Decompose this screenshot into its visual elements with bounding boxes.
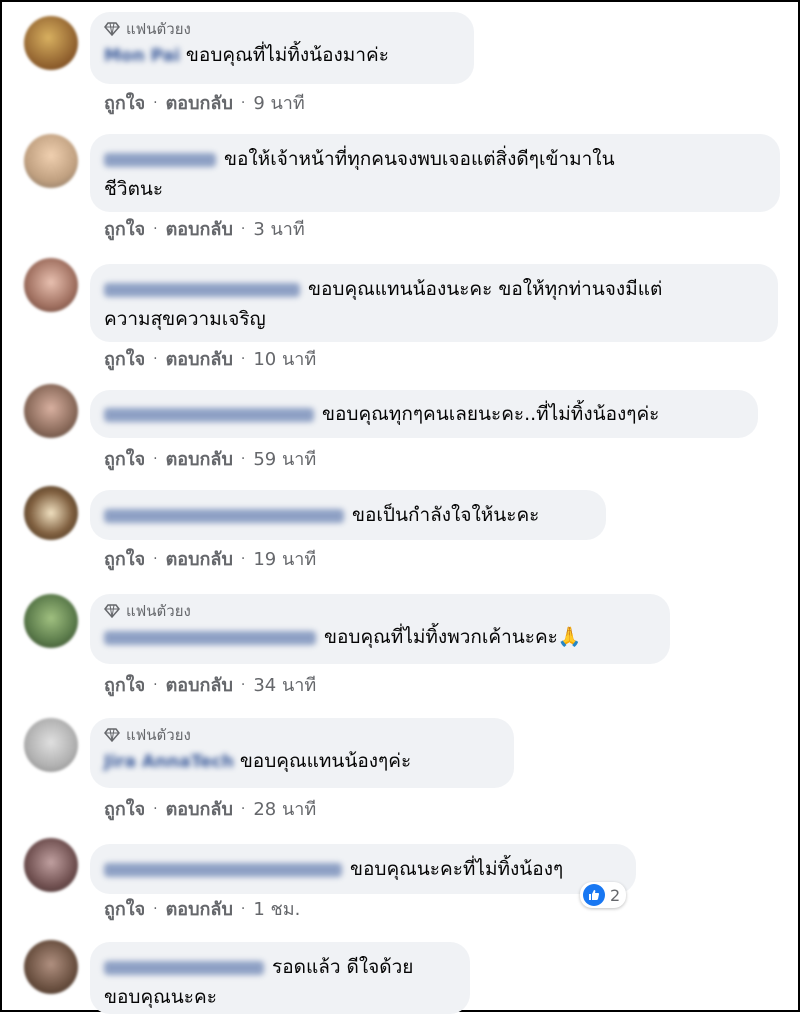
reply-link[interactable]: ตอบกลับ (166, 214, 233, 243)
reply-link[interactable]: ตอบกลับ (166, 444, 233, 473)
comment-actions: ถูกใจ · ตอบกลับ · 1 ชม. (104, 894, 300, 923)
comment-text: ขอบคุณนะคะที่ไม่ทิ้งน้องๆ (350, 858, 564, 880)
timestamp[interactable]: 9 นาที (253, 88, 304, 117)
separator-dot: · (153, 450, 158, 467)
like-link[interactable]: ถูกใจ (104, 214, 145, 243)
separator-dot: · (153, 94, 158, 111)
timestamp[interactable]: 1 ชม. (253, 894, 300, 923)
separator-dot: · (153, 550, 158, 567)
separator-dot: · (153, 900, 158, 917)
comment-bubble: ขอบคุณแทนน้องนะคะ ขอให้ทุกท่านจงมีแต่ คว… (90, 264, 778, 342)
like-link[interactable]: ถูกใจ (104, 88, 145, 117)
comment-bubble: แฟนตัวยง Mon Pai ขอบคุณที่ไม่ทิ้งน้องมาค่… (90, 12, 474, 84)
timestamp[interactable]: 28 นาที (253, 794, 316, 823)
top-fan-badge: แฟนตัวยง (104, 724, 500, 746)
comment-text: ขอให้เจ้าหน้าที่ทุกคนจงพบเจอแต่สิ่งดีๆเข… (224, 148, 615, 170)
commenter-name[interactable]: Jira AnnaTech (104, 747, 234, 777)
timestamp[interactable]: 10 นาที (253, 344, 316, 373)
like-link[interactable]: ถูกใจ (104, 344, 145, 373)
timestamp[interactable]: 19 นาที (253, 544, 316, 573)
comment-bubble: ขอบคุณนะคะที่ไม่ทิ้งน้องๆ (90, 844, 636, 894)
comment-bubble: ขอบคุณทุกๆคนเลยนะคะ..ที่ไม่ทิ้งน้องๆค่ะ (90, 390, 758, 438)
like-reaction-icon (583, 884, 605, 906)
separator-dot: · (153, 676, 158, 693)
like-link[interactable]: ถูกใจ (104, 794, 145, 823)
comment-text-continued: ชีวิตนะ (104, 178, 164, 200)
reaction-count[interactable]: 2 (580, 882, 627, 908)
separator-dot: · (240, 550, 246, 567)
comment-actions: ถูกใจ · ตอบกลับ · 34 นาที (104, 670, 316, 699)
timestamp[interactable]: 59 นาที (253, 444, 316, 473)
comment-text: ขอบคุณทุกๆคนเลยนะคะ..ที่ไม่ทิ้งน้องๆค่ะ (322, 403, 660, 425)
comment-text-continued: ขอบคุณนะคะ (104, 986, 217, 1008)
top-fan-badge: แฟนตัวยง (104, 600, 656, 622)
comment-actions: ถูกใจ · ตอบกลับ · 3 นาที (104, 214, 305, 243)
commenter-name-blurred[interactable] (104, 960, 264, 975)
separator-dot: · (240, 220, 246, 237)
commenter-name[interactable]: Mon Pai (104, 41, 180, 71)
like-link[interactable]: ถูกใจ (104, 444, 145, 473)
timestamp[interactable]: 3 นาที (253, 214, 304, 243)
diamond-icon (104, 604, 120, 618)
commenter-name-blurred[interactable] (104, 630, 316, 645)
separator-dot: · (240, 900, 246, 917)
avatar[interactable] (24, 594, 78, 648)
timestamp[interactable]: 34 นาที (253, 670, 316, 699)
avatar[interactable] (24, 384, 78, 438)
comment-actions: ถูกใจ · ตอบกลับ · 19 นาที (104, 544, 316, 573)
commenter-name-blurred[interactable] (104, 152, 216, 167)
diamond-icon (104, 728, 120, 742)
reply-link[interactable]: ตอบกลับ (166, 894, 233, 923)
comment-text: ขอบคุณแทนน้องๆค่ะ (239, 750, 412, 772)
comment-bubble: ขอให้เจ้าหน้าที่ทุกคนจงพบเจอแต่สิ่งดีๆเข… (90, 134, 780, 212)
like-link[interactable]: ถูกใจ (104, 894, 145, 923)
comment-text: ขอบคุณที่ไม่ทิ้งพวกเค้านะคะ🙏 (324, 626, 582, 648)
reply-link[interactable]: ตอบกลับ (166, 670, 233, 699)
separator-dot: · (240, 350, 246, 367)
reply-link[interactable]: ตอบกลับ (166, 544, 233, 573)
commenter-name-blurred[interactable] (104, 862, 342, 877)
comment-text: ขอบคุณแทนน้องนะคะ ขอให้ทุกท่านจงมีแต่ (308, 278, 663, 300)
separator-dot: · (240, 450, 246, 467)
commenter-name-blurred[interactable] (104, 407, 314, 422)
comment-text: ขอเป็นกำลังใจให้นะคะ (352, 504, 540, 526)
comment-actions: ถูกใจ · ตอบกลับ · 10 นาที (104, 344, 316, 373)
reaction-number: 2 (610, 885, 621, 905)
avatar[interactable] (24, 486, 78, 540)
comment-bubble: แฟนตัวยง Jira AnnaTech ขอบคุณแทนน้องๆค่ะ (90, 718, 514, 788)
top-fan-badge: แฟนตัวยง (104, 18, 460, 40)
diamond-icon (104, 22, 120, 36)
separator-dot: · (153, 220, 158, 237)
avatar[interactable] (24, 940, 78, 994)
avatar[interactable] (24, 16, 78, 70)
separator-dot: · (240, 676, 246, 693)
comment-bubble: รอดแล้ว ดีใจด้วย ขอบคุณนะคะ (90, 942, 470, 1014)
comment-text: รอดแล้ว ดีใจด้วย (272, 956, 414, 978)
like-link[interactable]: ถูกใจ (104, 544, 145, 573)
commenter-name-blurred[interactable] (104, 508, 344, 523)
comment-bubble: แฟนตัวยง ขอบคุณที่ไม่ทิ้งพวกเค้านะคะ🙏 (90, 594, 670, 664)
separator-dot: · (153, 800, 158, 817)
separator-dot: · (240, 800, 246, 817)
comment-text-continued: ความสุขความเจริญ (104, 308, 266, 330)
comment-actions: ถูกใจ · ตอบกลับ · 9 นาที (104, 88, 305, 117)
comment-bubble: ขอเป็นกำลังใจให้นะคะ (90, 490, 606, 540)
separator-dot: · (153, 350, 158, 367)
avatar[interactable] (24, 718, 78, 772)
reply-link[interactable]: ตอบกลับ (166, 794, 233, 823)
separator-dot: · (240, 94, 246, 111)
comment-actions: ถูกใจ · ตอบกลับ · 28 นาที (104, 794, 316, 823)
reply-link[interactable]: ตอบกลับ (166, 344, 233, 373)
page-frame: แฟนตัวยง Mon Pai ขอบคุณที่ไม่ทิ้งน้องมาค่… (0, 0, 800, 1014)
commenter-name-blurred[interactable] (104, 282, 300, 297)
comment-actions: ถูกใจ · ตอบกลับ · 59 นาที (104, 444, 316, 473)
avatar[interactable] (24, 258, 78, 312)
avatar[interactable] (24, 838, 78, 892)
reply-link[interactable]: ตอบกลับ (166, 88, 233, 117)
like-link[interactable]: ถูกใจ (104, 670, 145, 699)
comment-text: ขอบคุณที่ไม่ทิ้งน้องมาค่ะ (185, 44, 389, 66)
avatar[interactable] (24, 134, 78, 188)
